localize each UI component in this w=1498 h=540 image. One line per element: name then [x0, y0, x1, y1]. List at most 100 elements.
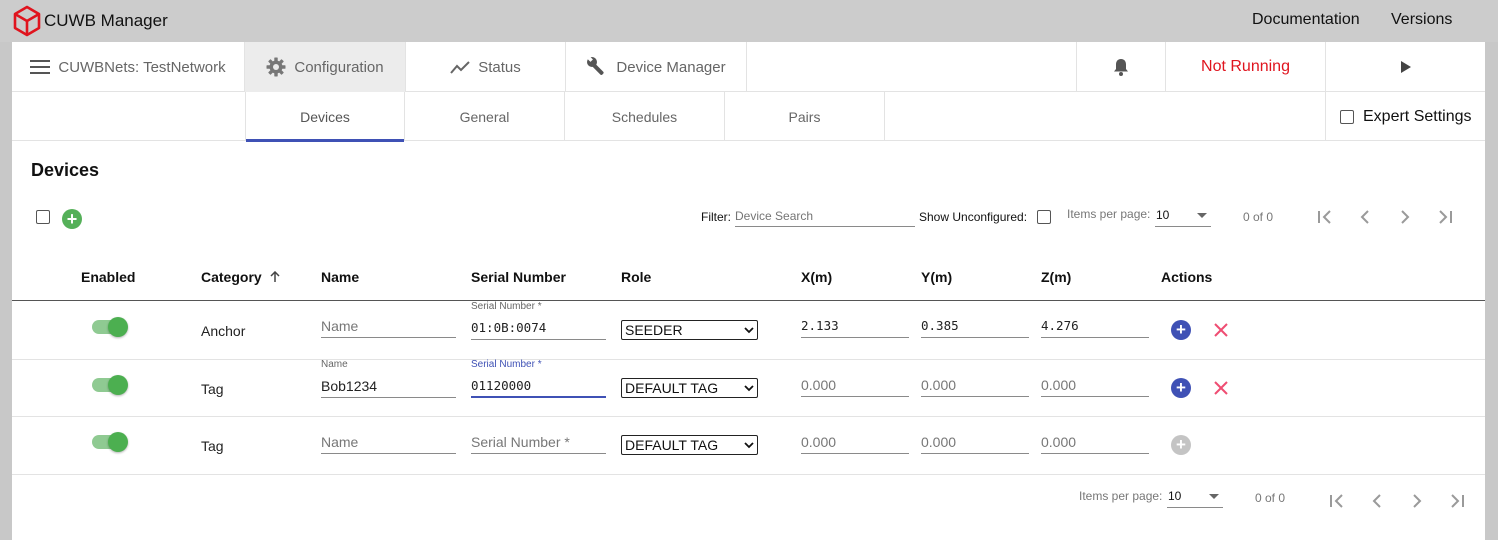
table-header-divider [12, 300, 1485, 301]
chevron-down-icon [744, 442, 754, 449]
serial-number-input[interactable]: 01120000 [471, 376, 606, 398]
x-input[interactable]: 0.000 [801, 375, 909, 397]
row-divider [12, 416, 1485, 417]
name-input[interactable]: Name [321, 432, 456, 454]
gear-icon [266, 57, 286, 77]
range-label: 0 of 0 [1243, 210, 1274, 224]
role-select-value: SEEDER [625, 322, 683, 338]
x-input[interactable]: 0.000 [801, 432, 909, 454]
play-button[interactable] [1326, 42, 1485, 92]
documentation-link[interactable]: Documentation [1252, 11, 1360, 29]
enabled-toggle[interactable] [90, 374, 130, 396]
footer-first-page-icon[interactable] [1328, 492, 1346, 515]
tab-configuration-label: Configuration [294, 58, 384, 76]
wrench-icon [586, 56, 608, 78]
serial-number-label: Serial Number * [471, 301, 542, 312]
serial-number-input[interactable]: Serial Number * [471, 432, 606, 454]
versions-link[interactable]: Versions [1391, 11, 1452, 29]
x-input[interactable]: 2.133 [801, 316, 909, 338]
tab-status[interactable]: Status [406, 42, 566, 92]
col-role: Role [621, 269, 652, 285]
name-input[interactable]: Bob1234 [321, 376, 456, 398]
items-per-page-select[interactable]: 10 [1155, 205, 1211, 227]
title-bar: CUWB Manager Documentation Versions [0, 0, 1498, 42]
col-enabled: Enabled [81, 269, 136, 285]
first-page-icon[interactable] [1316, 208, 1334, 231]
tab-status-label: Status [478, 58, 521, 76]
chevron-down-icon [744, 327, 754, 334]
subtab-devices[interactable]: Devices [245, 92, 405, 142]
items-per-page-label: Items per page: [1067, 207, 1151, 221]
sub-tabs: Devices General Schedules Pairs Expert S… [12, 92, 1485, 142]
dropdown-arrow-icon [1209, 494, 1219, 499]
enabled-toggle[interactable] [90, 431, 130, 453]
device-search-input[interactable] [735, 205, 915, 227]
role-select[interactable]: SEEDER [621, 320, 758, 340]
role-select[interactable]: DEFAULT TAG [621, 378, 758, 398]
main-nav: CUWBNets: TestNetwork Configuration Stat… [12, 42, 1485, 92]
tab-configuration[interactable]: Configuration [245, 42, 406, 92]
z-input[interactable]: 4.276 [1041, 316, 1149, 338]
enabled-toggle[interactable] [90, 316, 130, 338]
chevron-down-icon [744, 385, 754, 392]
run-state: Not Running [1166, 42, 1326, 92]
col-x: X(m) [801, 269, 833, 285]
next-page-icon[interactable] [1396, 208, 1414, 231]
footer-prev-page-icon[interactable] [1368, 492, 1386, 515]
bell-icon [1113, 58, 1129, 76]
role-select[interactable]: DEFAULT TAG [621, 435, 758, 455]
footer-items-per-page-label: Items per page: [1079, 489, 1163, 503]
col-category[interactable]: Category [201, 269, 280, 285]
sort-ascending-icon [270, 270, 280, 282]
last-page-icon[interactable] [1436, 208, 1454, 231]
role-select-value: DEFAULT TAG [625, 380, 719, 396]
col-category-label: Category [201, 269, 262, 285]
select-all-checkbox[interactable] [36, 210, 50, 224]
footer-items-per-page-select[interactable]: 10 [1167, 486, 1223, 508]
run-state-label: Not Running [1201, 58, 1290, 75]
footer-next-page-icon[interactable] [1408, 492, 1426, 515]
subtab-schedules[interactable]: Schedules [565, 92, 725, 141]
notifications-button[interactable] [1076, 42, 1166, 92]
cube-logo-icon [13, 5, 41, 37]
hamburger-menu-icon [30, 60, 51, 74]
delete-row-icon[interactable] [1212, 379, 1230, 397]
serial-number-label: Serial Number * [471, 359, 542, 370]
name-input[interactable]: Name [321, 316, 456, 338]
col-name: Name [321, 269, 360, 285]
y-input[interactable]: 0.000 [921, 375, 1029, 397]
save-row-button[interactable]: + [1171, 378, 1191, 398]
footer-last-page-icon[interactable] [1448, 492, 1466, 515]
y-input[interactable]: 0.000 [921, 432, 1029, 454]
save-row-button[interactable]: + [1171, 320, 1191, 340]
trend-line-icon [450, 60, 470, 74]
name-label: Name [321, 359, 348, 370]
network-name: CUWBNets: TestNetwork [58, 58, 226, 76]
category-cell: Tag [201, 381, 224, 397]
subtab-pairs[interactable]: Pairs [725, 92, 885, 141]
tab-device-manager[interactable]: Device Manager [566, 42, 747, 92]
prev-page-icon[interactable] [1356, 208, 1374, 231]
filter-label: Filter: [701, 210, 731, 224]
expert-settings-toggle[interactable]: Expert Settings [1325, 92, 1485, 141]
role-select-value: DEFAULT TAG [625, 437, 719, 453]
footer-items-per-page-value: 10 [1168, 489, 1182, 503]
subtab-general[interactable]: General [405, 92, 565, 141]
play-icon [1400, 60, 1412, 74]
footer-range-label: 0 of 0 [1255, 491, 1286, 505]
z-input[interactable]: 0.000 [1041, 375, 1149, 397]
show-unconfigured-checkbox[interactable] [1037, 210, 1051, 224]
delete-row-icon[interactable] [1212, 321, 1230, 339]
save-row-button: + [1171, 435, 1191, 455]
dropdown-arrow-icon [1197, 213, 1207, 218]
network-menu-button[interactable]: CUWBNets: TestNetwork [12, 42, 245, 92]
page-title: Devices [31, 160, 100, 180]
expert-settings-checkbox[interactable] [1340, 109, 1354, 124]
add-device-button[interactable]: + [62, 209, 82, 229]
serial-number-input[interactable]: 01:0B:0074 [471, 318, 606, 340]
y-input[interactable]: 0.385 [921, 316, 1029, 338]
main-panel: CUWBNets: TestNetwork Configuration Stat… [12, 42, 1485, 540]
category-cell: Tag [201, 438, 224, 454]
z-input[interactable]: 0.000 [1041, 432, 1149, 454]
row-divider [12, 474, 1485, 475]
